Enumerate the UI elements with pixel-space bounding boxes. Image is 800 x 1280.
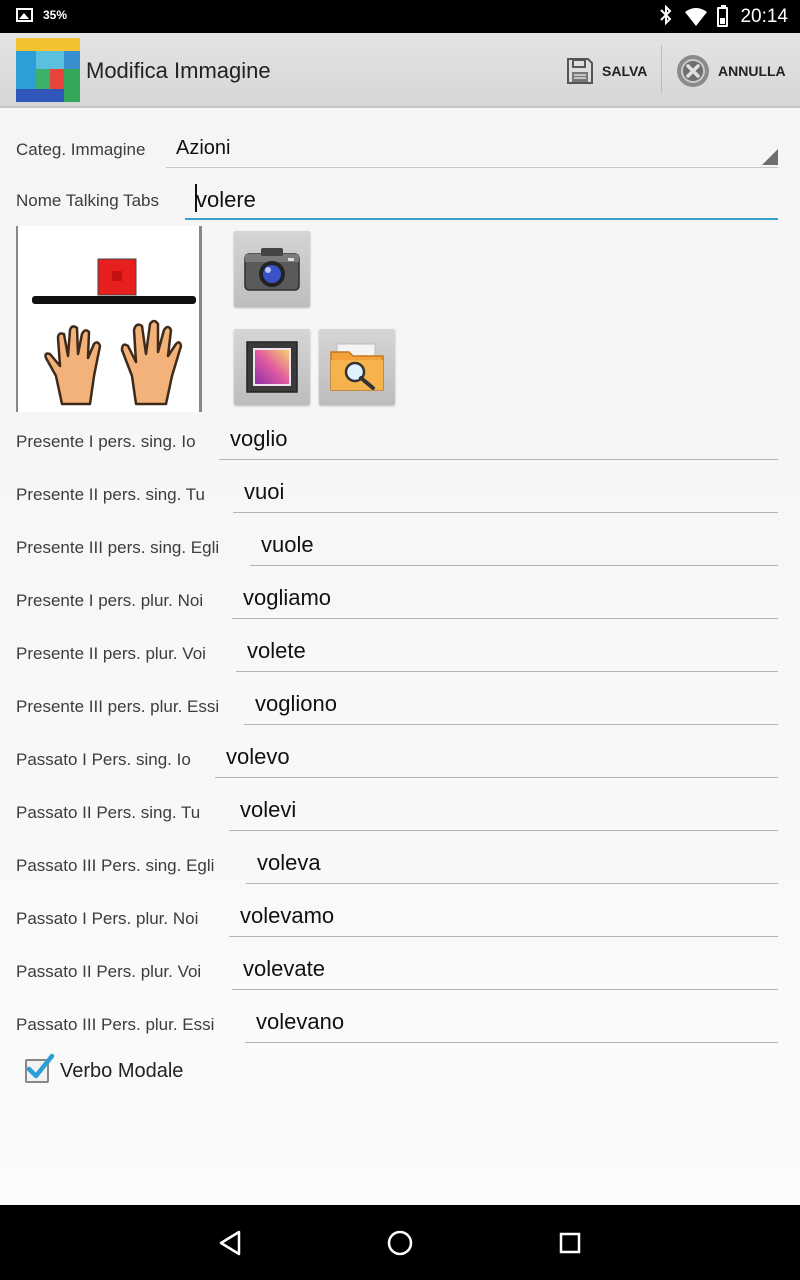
conjugation-value: volevamo: [240, 903, 335, 928]
dropdown-arrow-icon: [762, 149, 778, 165]
battery-percent: 35%: [43, 8, 68, 22]
conjugation-row: Passato II Pers. plur. Voi volevate: [16, 943, 778, 996]
floppy-disk-icon: [567, 57, 593, 84]
conjugation-label: Presente II pers. sing. Tu: [16, 485, 205, 504]
bluetooth-icon: [659, 4, 673, 28]
conjugation-row: Passato II Pers. sing. Tu volevi: [16, 784, 778, 837]
conjugation-row: Passato I Pers. sing. Io volevo: [16, 731, 778, 784]
conjugation-input[interactable]: volevo: [215, 740, 778, 778]
conjugation-row: Presente III pers. plur. Essi vogliono: [16, 678, 778, 731]
conjugation-value: volevano: [256, 1009, 345, 1034]
checkmark-icon: [26, 1053, 55, 1079]
save-button[interactable]: SALVA: [566, 33, 647, 108]
status-bar: 35% 20:14: [0, 0, 800, 33]
cancel-label: ANNULLA: [718, 62, 786, 79]
cancel-button[interactable]: ANNULLA: [676, 33, 786, 108]
conjugation-value: vogliamo: [243, 585, 332, 610]
conjugation-value: voglio: [230, 426, 288, 451]
back-button[interactable]: [213, 1225, 249, 1261]
home-icon: [387, 1230, 413, 1256]
modal-verb-label: Verbo Modale: [60, 1059, 184, 1082]
conjugation-input[interactable]: volevamo: [229, 899, 778, 937]
divider: [661, 45, 662, 93]
conjugation-label: Passato II Pers. sing. Tu: [16, 803, 201, 822]
modal-verb-checkbox-row[interactable]: Verbo Modale: [25, 1053, 184, 1086]
category-value: Azioni: [176, 137, 231, 159]
save-label: SALVA: [602, 62, 648, 79]
conjugation-value: volevi: [240, 797, 297, 822]
name-row: Nome Talking Tabs volere: [16, 178, 778, 223]
conjugation-value: volevo: [226, 744, 290, 769]
camera-button[interactable]: [234, 231, 310, 307]
page-title: Modifica Immagine: [86, 58, 271, 83]
cancel-icon: [677, 54, 709, 87]
conjugation-value: vuoi: [244, 479, 285, 504]
conjugation-label: Passato I Pers. sing. Io: [16, 750, 191, 769]
app-logo-icon: [16, 38, 80, 102]
recents-icon: [559, 1232, 581, 1254]
home-button[interactable]: [382, 1225, 418, 1261]
conjugation-row: Passato III Pers. plur. Essi volevano: [16, 996, 778, 1049]
name-input[interactable]: volere: [185, 178, 778, 220]
navigation-bar: [0, 1205, 800, 1280]
gallery-icon: [246, 341, 298, 393]
conjugation-value: vuole: [261, 532, 314, 557]
conjugation-label: Passato II Pers. plur. Voi: [16, 962, 202, 981]
conjugation-row: Presente I pers. sing. Io voglio: [16, 413, 778, 466]
conjugation-input[interactable]: voleva: [246, 846, 778, 884]
conjugation-value: volevate: [243, 956, 325, 981]
modal-verb-checkbox[interactable]: [25, 1053, 55, 1083]
conjugation-input[interactable]: volete: [236, 634, 778, 672]
conjugation-input[interactable]: vogliono: [244, 687, 778, 725]
camera-icon: [244, 248, 300, 291]
conjugation-label: Presente I pers. sing. Io: [16, 432, 196, 451]
wifi-icon: [685, 7, 708, 27]
back-icon: [219, 1230, 241, 1256]
folder-search-icon: [330, 343, 384, 391]
conjugation-input[interactable]: volevano: [245, 1005, 778, 1043]
conjugation-row: Presente I pers. plur. Noi vogliamo: [16, 572, 778, 625]
conjugation-value: voleva: [257, 850, 321, 875]
clock: 20:14: [740, 5, 788, 27]
gallery-button[interactable]: [234, 329, 310, 405]
conjugation-input[interactable]: volevi: [229, 793, 778, 831]
recents-button[interactable]: [552, 1225, 588, 1261]
conjugation-row: Passato III Pers. sing. Egli voleva: [16, 837, 778, 890]
conjugation-input[interactable]: vogliamo: [232, 581, 778, 619]
conjugation-label: Presente II pers. plur. Voi: [16, 644, 206, 663]
image-notification-icon: [16, 8, 33, 22]
action-bar: Modifica Immagine SALVA ANNULLA: [0, 33, 800, 108]
conjugation-row: Presente II pers. plur. Voi volete: [16, 625, 778, 678]
conjugation-label: Presente I pers. plur. Noi: [16, 591, 204, 610]
conjugation-input[interactable]: vuoi: [233, 475, 778, 513]
battery-icon: [717, 4, 729, 27]
conjugation-label: Presente III pers. sing. Egli: [16, 538, 220, 557]
name-label: Nome Talking Tabs: [16, 191, 160, 210]
conjugation-row: Passato I Pers. plur. Noi volevamo: [16, 890, 778, 943]
conjugation-label: Presente III pers. plur. Essi: [16, 697, 220, 716]
conjugation-label: Passato III Pers. sing. Egli: [16, 856, 215, 875]
conjugation-row: Presente III pers. sing. Egli vuole: [16, 519, 778, 572]
category-row: Categ. Immagine Azioni: [16, 128, 778, 178]
conjugation-input[interactable]: volevate: [232, 952, 778, 990]
category-spinner[interactable]: Azioni: [166, 128, 778, 168]
conjugation-label: Passato III Pers. plur. Essi: [16, 1015, 215, 1034]
conjugation-value: vogliono: [255, 691, 337, 716]
name-value: volere: [196, 187, 256, 212]
category-label: Categ. Immagine: [16, 140, 146, 159]
conjugation-input[interactable]: vuole: [250, 528, 778, 566]
conjugation-input[interactable]: voglio: [219, 422, 778, 460]
conjugation-row: Presente II pers. sing. Tu vuoi: [16, 466, 778, 519]
conjugation-value: volete: [247, 638, 306, 663]
browse-files-button[interactable]: [319, 329, 395, 405]
edit-image-form: Categ. Immagine Azioni Nome Talking Tabs…: [0, 108, 800, 1205]
conjugation-label: Passato I Pers. plur. Noi: [16, 909, 199, 928]
pictogram-image[interactable]: [16, 226, 202, 412]
